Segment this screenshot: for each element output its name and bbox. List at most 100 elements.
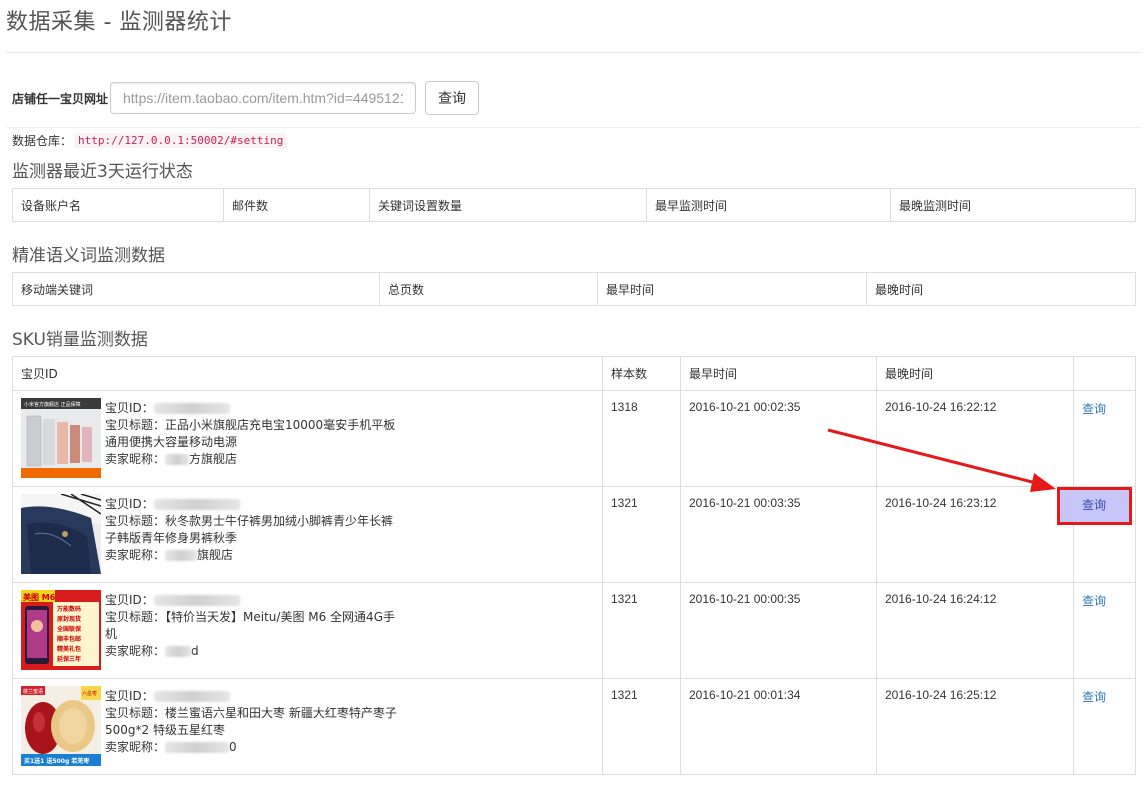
column-header: 设备账户名 <box>12 188 224 222</box>
item-id-label: 宝贝ID： <box>105 401 154 415</box>
row-query-link[interactable]: 查询 <box>1082 402 1106 416</box>
item-id-label: 宝贝ID： <box>105 497 154 511</box>
table-row: 楼兰蜜语 六星枣 买1送1 送500g 若羌枣 宝贝ID： 宝贝标题：楼兰蜜语六… <box>12 678 1136 775</box>
product-thumbnail-jeans <box>21 494 101 574</box>
column-header: 邮件数 <box>223 188 370 222</box>
earliest-time: 2016-10-21 00:03:35 <box>680 486 877 583</box>
seller-name: d <box>191 644 199 658</box>
seller-label: 卖家昵称： <box>105 548 166 562</box>
latest-time: 2016-10-24 16:24:12 <box>876 582 1074 679</box>
table-row: 小米官方旗舰店 正品保障 宝贝ID： 宝贝标题：正品小米旗舰店充电宝10000毫… <box>12 390 1136 487</box>
latest-time: 2016-10-24 16:25:12 <box>876 678 1074 775</box>
column-header: 最早时间 <box>680 356 877 391</box>
seller-label: 卖家昵称： <box>105 644 166 658</box>
thumb-line: 顺丰包邮 <box>57 635 81 643</box>
divider <box>6 127 1141 128</box>
search-form: 店铺任一宝贝网址 查询 <box>12 81 479 115</box>
product-thumbnail-phone: 美图 M6 万能数码 原封现货 全国联保 顺丰包邮 精美礼包 延保三年 <box>21 590 101 670</box>
column-header: 样本数 <box>602 356 681 391</box>
item-title-label: 宝贝标题： <box>105 610 166 624</box>
column-header: 宝贝ID <box>12 356 603 391</box>
table-header-row: 设备账户名 邮件数 关键词设置数量 最早监测时间 最晚监测时间 <box>12 188 1136 222</box>
semantic-table: 移动端关键词 总页数 最早时间 最晚时间 <box>12 272 1136 306</box>
thumb-badge-text: 美图 M6 <box>23 592 56 602</box>
thumb-line: 全国联保 <box>56 625 82 633</box>
item-id-redacted <box>153 499 240 510</box>
item-info: 宝贝ID： 宝贝标题：正品小米旗舰店充电宝10000毫安手机平板通用便携大容量移… <box>105 400 401 478</box>
item-title-label: 宝贝标题： <box>105 418 166 432</box>
item-id-label: 宝贝ID： <box>105 689 154 703</box>
seller-redacted <box>165 646 192 657</box>
sample-count: 1321 <box>602 582 681 679</box>
sample-count: 1321 <box>602 486 681 583</box>
column-header: 最早时间 <box>597 272 867 306</box>
repo-label: 数据仓库： <box>12 134 73 148</box>
row-query-link[interactable]: 查询 <box>1082 594 1106 608</box>
seller-label: 卖家昵称： <box>105 452 166 466</box>
seller-redacted <box>165 454 190 465</box>
divider <box>6 52 1141 53</box>
item-info: 宝贝ID： 宝贝标题：秋冬款男士牛仔裤男加绒小脚裤青少年长裤子韩版青年修身男裤秋… <box>105 496 401 574</box>
seller-label: 卖家昵称： <box>105 740 166 754</box>
column-header: 最晚时间 <box>876 356 1074 391</box>
thumb-line: 万能数码 <box>56 605 81 613</box>
query-button[interactable]: 查询 <box>425 81 479 115</box>
column-header: 最晚监测时间 <box>890 188 1136 222</box>
seller-name: 0 <box>229 740 237 754</box>
latest-time: 2016-10-24 16:23:12 <box>876 486 1074 583</box>
repo-url: http://127.0.0.1:50002/#setting <box>74 133 288 148</box>
thumb-line: 延保三年 <box>56 655 81 663</box>
table-row: 美图 M6 万能数码 原封现货 全国联保 顺丰包邮 精美礼包 延保三年 宝贝ID… <box>12 582 1136 679</box>
item-id-redacted <box>153 403 230 414</box>
latest-time: 2016-10-24 16:22:12 <box>876 390 1074 487</box>
item-cell: 美图 M6 万能数码 原封现货 全国联保 顺丰包邮 精美礼包 延保三年 宝贝ID… <box>12 582 603 679</box>
column-header: 关键词设置数量 <box>369 188 647 222</box>
item-id-label: 宝贝ID： <box>105 593 154 607</box>
item-cell: 楼兰蜜语 六星枣 买1送1 送500g 若羌枣 宝贝ID： 宝贝标题：楼兰蜜语六… <box>12 678 603 775</box>
monitor-status-table: 设备账户名 邮件数 关键词设置数量 最早监测时间 最晚监测时间 <box>12 188 1136 222</box>
column-header <box>1073 356 1136 391</box>
column-header: 最晚时间 <box>866 272 1136 306</box>
section-title-semantic: 精准语义词监测数据 <box>12 246 165 266</box>
seller-redacted <box>165 550 198 561</box>
column-header: 总页数 <box>379 272 598 306</box>
section-title-sku: SKU销量监测数据 <box>12 330 148 350</box>
seller-redacted <box>165 742 230 753</box>
table-header-row: 宝贝ID 样本数 最早时间 最晚时间 <box>12 356 1136 391</box>
item-info: 宝贝ID： 宝贝标题：【特价当天发】Meitu/美图 M6 全网通4G手机 卖家… <box>105 592 401 670</box>
sku-table: 宝贝ID 样本数 最早时间 最晚时间 小米官方旗舰店 正品保障 宝贝ID： 宝贝… <box>12 356 1136 775</box>
thumb-banner-text: 小米官方旗舰店 正品保障 <box>24 401 81 408</box>
sample-count: 1318 <box>602 390 681 487</box>
product-thumbnail-powerbank: 小米官方旗舰店 正品保障 <box>21 398 101 478</box>
item-cell: 小米官方旗舰店 正品保障 宝贝ID： 宝贝标题：正品小米旗舰店充电宝10000毫… <box>12 390 603 487</box>
table-row: 宝贝ID： 宝贝标题：秋冬款男士牛仔裤男加绒小脚裤青少年长裤子韩版青年修身男裤秋… <box>12 486 1136 583</box>
item-id-redacted <box>153 595 240 606</box>
highlighted-query-link[interactable]: 查询 <box>1058 496 1130 513</box>
thumb-bottom-text: 买1送1 送500g 若羌枣 <box>24 757 90 765</box>
thumb-line: 精美礼包 <box>57 645 81 653</box>
thumb-tag-text: 六星枣 <box>82 690 97 697</box>
thumb-line: 原封现货 <box>57 615 81 623</box>
table-header-row: 移动端关键词 总页数 最早时间 最晚时间 <box>12 272 1136 306</box>
thumb-badge-text: 楼兰蜜语 <box>23 688 43 695</box>
repo-line: 数据仓库： http://127.0.0.1:50002/#setting <box>12 132 288 149</box>
earliest-time: 2016-10-21 00:02:35 <box>680 390 877 487</box>
seller-name: 方旗舰店 <box>189 452 238 466</box>
url-label: 店铺任一宝贝网址 <box>12 91 109 106</box>
column-header: 移动端关键词 <box>12 272 380 306</box>
item-title-label: 宝贝标题： <box>105 514 166 528</box>
section-title-monitor-status: 监测器最近3天运行状态 <box>12 162 193 182</box>
row-query-link[interactable]: 查询 <box>1082 690 1106 704</box>
earliest-time: 2016-10-21 00:01:34 <box>680 678 877 775</box>
earliest-time: 2016-10-21 00:00:35 <box>680 582 877 679</box>
item-url-input[interactable] <box>110 82 416 114</box>
item-cell: 宝贝ID： 宝贝标题：秋冬款男士牛仔裤男加绒小脚裤青少年长裤子韩版青年修身男裤秋… <box>12 486 603 583</box>
item-id-redacted <box>153 691 230 702</box>
page-title: 数据采集 - 监测器统计 <box>6 10 232 35</box>
item-title-label: 宝贝标题： <box>105 706 166 720</box>
product-thumbnail-dates: 楼兰蜜语 六星枣 买1送1 送500g 若羌枣 <box>21 686 101 766</box>
column-header: 最早监测时间 <box>646 188 891 222</box>
sample-count: 1321 <box>602 678 681 775</box>
seller-name: 旗舰店 <box>197 548 234 562</box>
item-info: 宝贝ID： 宝贝标题：楼兰蜜语六星和田大枣 新疆大红枣特产枣子500g*2 特级… <box>105 688 401 766</box>
